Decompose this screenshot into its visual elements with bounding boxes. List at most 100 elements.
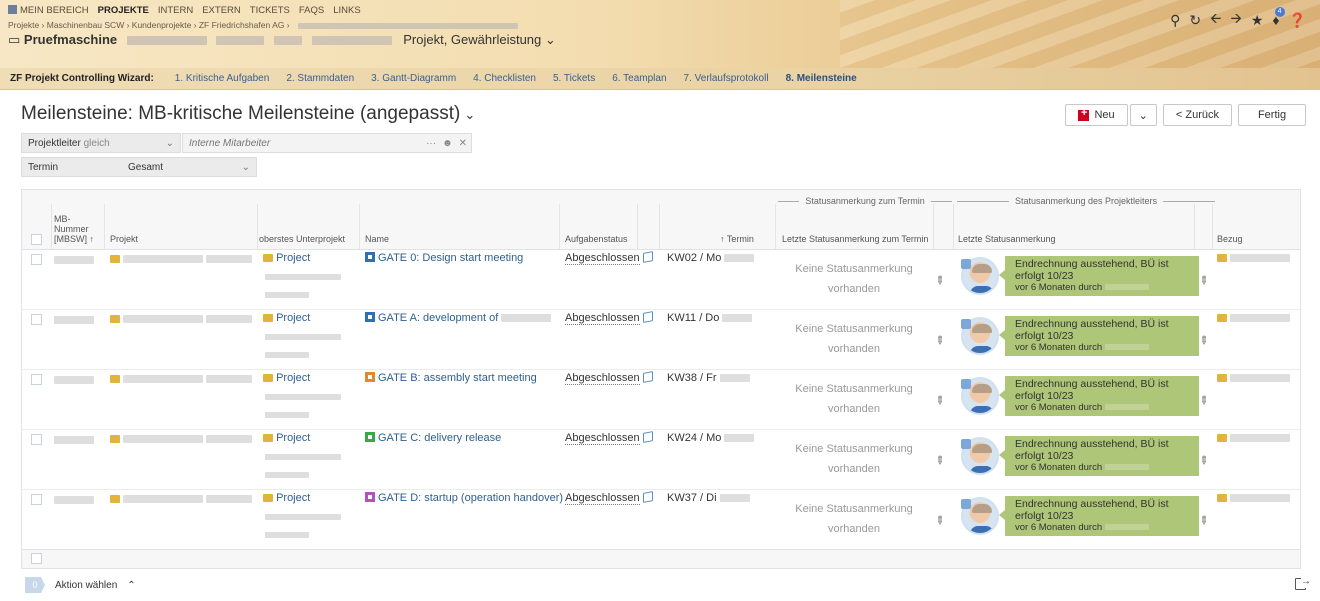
more-icon[interactable]: ··· [426, 138, 436, 149]
task-status[interactable]: Abgeschlossen [565, 432, 640, 445]
subproject-cell[interactable]: Project [263, 312, 310, 324]
col-last-termin-note[interactable]: Letzte Statusanmerkung zum Termin [782, 234, 928, 244]
milestone-name[interactable]: GATE A: development of [365, 312, 552, 324]
task-status[interactable]: Abgeschlossen [565, 492, 640, 505]
table-row[interactable]: Project GATE C: delivery release Abgesch… [22, 430, 1300, 490]
project-type-dropdown[interactable]: Projekt, Gewährleistung ⌄ [403, 32, 556, 47]
termin-cell[interactable]: KW24 / Mo [667, 432, 755, 444]
back-icon[interactable]: 🡨 [1210, 8, 1221, 32]
project-cell[interactable] [110, 373, 253, 385]
wizard-step-8[interactable]: 8. Meilensteine [786, 73, 857, 84]
edit-status-icon[interactable] [643, 491, 653, 505]
page-title[interactable]: Meilensteine: MB-kritische Meilensteine … [21, 103, 475, 125]
select-all-checkbox[interactable] [31, 234, 42, 245]
termin-cell[interactable]: KW38 / Fr [667, 372, 750, 384]
nav-intern[interactable]: INTERN [158, 5, 193, 16]
col-task-status[interactable]: Aufgabenstatus [565, 234, 628, 244]
bezug-cell[interactable] [1217, 372, 1291, 384]
project-cell[interactable] [110, 313, 253, 325]
star-icon[interactable]: ★ [1251, 12, 1264, 29]
nav-mein-bereich[interactable]: MEIN BEREICH [8, 5, 89, 16]
header-toolbar: ⚲ ↻ 🡨 🡪 ★ ♦ 4 ❓ [1170, 7, 1306, 32]
bezug-cell[interactable] [1217, 312, 1291, 324]
nav-links[interactable]: LINKS [333, 5, 360, 16]
export-icon[interactable] [1295, 576, 1311, 590]
done-button[interactable]: Fertig [1238, 104, 1306, 126]
termin-cell[interactable]: KW11 / Do [667, 312, 753, 324]
task-status[interactable]: Abgeschlossen [565, 252, 640, 265]
edit-termin-note-icon[interactable]: ✎ [932, 453, 948, 468]
project-cell[interactable] [110, 253, 253, 265]
table-row[interactable]: Project GATE D: startup (operation hando… [22, 490, 1300, 550]
row-checkbox[interactable] [31, 254, 42, 265]
row-checkbox[interactable] [31, 374, 42, 385]
subproject-cell[interactable]: Project [263, 492, 310, 504]
new-button[interactable]: Neu [1065, 104, 1128, 126]
footer-checkbox[interactable] [31, 553, 42, 564]
edit-status-icon[interactable] [643, 251, 653, 265]
milestone-name[interactable]: GATE C: delivery release [365, 432, 501, 444]
wizard-step-1[interactable]: 1. Kritische Aufgaben [175, 73, 270, 84]
termin-cell[interactable]: KW02 / Mo [667, 252, 755, 264]
refresh-icon[interactable]: ↻ [1189, 12, 1201, 29]
new-dropdown-button[interactable]: ⌄ [1129, 104, 1157, 126]
table-row[interactable]: Project GATE 0: Design start meeting Abg… [22, 250, 1300, 310]
bell-icon[interactable]: ♦ 4 [1272, 7, 1285, 28]
col-project[interactable]: Projekt [110, 234, 138, 244]
edit-status-icon[interactable] [643, 371, 653, 385]
col-bezug[interactable]: Bezug [1217, 234, 1243, 244]
project-cell[interactable] [110, 493, 253, 505]
nav-faqs[interactable]: FAQS [299, 5, 324, 16]
nav-tickets[interactable]: TICKETS [250, 5, 290, 16]
edit-termin-note-icon[interactable]: ✎ [932, 393, 948, 408]
edit-termin-note-icon[interactable]: ✎ [932, 333, 948, 348]
termin-filter[interactable]: Termin Gesamt ⌄ [21, 157, 257, 177]
subproject-cell[interactable]: Project [263, 432, 310, 444]
breadcrumb-path[interactable]: Projekte › Maschinenbau SCW › Kundenproj… [8, 20, 290, 30]
edit-status-icon[interactable] [643, 431, 653, 445]
col-termin[interactable]: ↑ Termin [720, 234, 754, 244]
wizard-step-3[interactable]: 3. Gantt-Diagramm [371, 73, 456, 84]
col-subproject[interactable]: oberstes Unterprojekt [259, 234, 345, 244]
bezug-cell[interactable] [1217, 252, 1291, 264]
col-mb-number[interactable]: MB- Nummer [MBSW] ↑ [54, 214, 94, 244]
edit-termin-note-icon[interactable]: ✎ [932, 273, 948, 288]
termin-cell[interactable]: KW37 / Di [667, 492, 750, 504]
nav-extern[interactable]: EXTERN [202, 5, 241, 16]
milestone-name[interactable]: GATE D: startup (operation handover) [365, 492, 563, 504]
close-icon[interactable]: ✕ [459, 138, 467, 149]
wizard-step-2[interactable]: 2. Stammdaten [286, 73, 354, 84]
wizard-step-5[interactable]: 5. Tickets [553, 73, 595, 84]
table-row[interactable]: Project GATE A: development of Abgeschlo… [22, 310, 1300, 370]
help-icon[interactable]: ❓ [1289, 12, 1306, 29]
forward-icon[interactable]: 🡪 [1230, 8, 1241, 32]
project-cell[interactable] [110, 433, 253, 445]
back-button[interactable]: < Zurück [1162, 104, 1232, 126]
wizard-step-7[interactable]: 7. Verlaufsprotokoll [684, 73, 769, 84]
person-icon[interactable]: ☻ [442, 138, 453, 149]
bezug-cell[interactable] [1217, 432, 1291, 444]
table-row[interactable]: Project GATE B: assembly start meeting A… [22, 370, 1300, 430]
wizard-step-6[interactable]: 6. Teamplan [612, 73, 666, 84]
search-icon[interactable]: ⚲ [1170, 12, 1180, 29]
leader-filter[interactable]: Projektleiter gleich ⌄ [21, 133, 181, 153]
row-checkbox[interactable] [31, 434, 42, 445]
action-select-button[interactable]: Aktion wählen [55, 580, 117, 591]
col-last-note[interactable]: Letzte Statusanmerkung [958, 234, 1056, 244]
row-checkbox[interactable] [31, 314, 42, 325]
row-checkbox[interactable] [31, 494, 42, 505]
edit-status-icon[interactable] [643, 311, 653, 325]
subproject-cell[interactable]: Project [263, 372, 310, 384]
chevron-up-icon[interactable]: ⌃ [127, 580, 135, 591]
employee-search-input[interactable] [183, 137, 403, 149]
col-name[interactable]: Name [365, 234, 389, 244]
milestone-name[interactable]: GATE B: assembly start meeting [365, 372, 537, 384]
subproject-cell[interactable]: Project [263, 252, 310, 264]
task-status[interactable]: Abgeschlossen [565, 312, 640, 325]
milestone-name[interactable]: GATE 0: Design start meeting [365, 252, 523, 264]
task-status[interactable]: Abgeschlossen [565, 372, 640, 385]
wizard-step-4[interactable]: 4. Checklisten [473, 73, 536, 84]
bezug-cell[interactable] [1217, 492, 1291, 504]
nav-projekte[interactable]: PROJEKTE [98, 5, 149, 16]
edit-termin-note-icon[interactable]: ✎ [932, 513, 948, 528]
